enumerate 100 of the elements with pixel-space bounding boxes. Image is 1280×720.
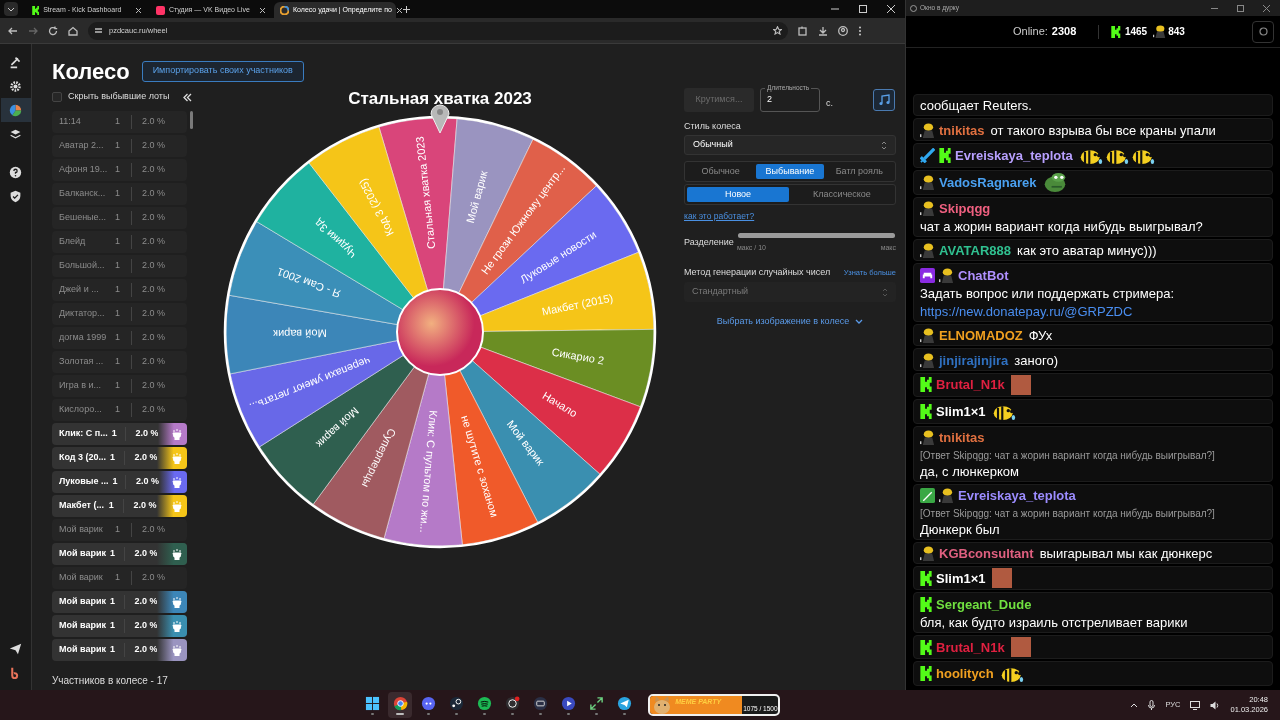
participant-row[interactable]: Мой варик 1 2.0 % bbox=[52, 639, 187, 661]
participant-row[interactable]: Блейд 1 2.0 % bbox=[52, 231, 187, 253]
participant-row[interactable]: 11:14 1 2.0 % bbox=[52, 111, 187, 133]
participant-row[interactable]: Код 3 (20... 1 2.0 % bbox=[52, 447, 187, 469]
participant-count: 1 bbox=[110, 643, 116, 657]
settings-button[interactable] bbox=[1252, 20, 1274, 43]
slice-label: Мой варик bbox=[463, 169, 490, 225]
collapse-icon[interactable] bbox=[183, 92, 192, 102]
menu-icon[interactable] bbox=[858, 25, 862, 36]
caret-icon[interactable] bbox=[4, 2, 18, 16]
participant-row[interactable]: Игра в и... 1 2.0 % bbox=[52, 375, 187, 397]
mode-tab[interactable]: Выбывание bbox=[756, 164, 824, 179]
participant-percent: 2.0 % bbox=[142, 571, 165, 585]
chevron-up-icon[interactable] bbox=[1130, 702, 1139, 708]
music-button[interactable] bbox=[873, 89, 895, 111]
username[interactable]: KGBconsultant bbox=[939, 546, 1034, 562]
style-select[interactable]: Обычный bbox=[684, 135, 896, 155]
username[interactable]: Slim1×1 bbox=[936, 570, 986, 586]
participant-row[interactable]: Клик: С п... 1 2.0 % bbox=[52, 423, 187, 445]
username[interactable]: Slim1×1 bbox=[936, 403, 986, 419]
username[interactable]: hoolitych bbox=[936, 666, 994, 681]
scrollbar[interactable] bbox=[190, 111, 193, 129]
donation-link[interactable]: https://new.donatepay.ru/@GRPZDC bbox=[920, 304, 1133, 320]
username[interactable]: jinjirajinjira bbox=[939, 352, 1009, 368]
mode-tab[interactable]: Обычное bbox=[687, 164, 755, 179]
mode-tab[interactable]: Новое bbox=[687, 187, 789, 202]
participant-row[interactable]: Макбет (... 1 2.0 % bbox=[52, 495, 187, 517]
participant-row[interactable]: Кислоро... 1 2.0 % bbox=[52, 399, 187, 421]
username[interactable]: ELNOMADOZ bbox=[939, 328, 1023, 344]
sidebar-item[interactable] bbox=[0, 98, 31, 122]
help-link[interactable]: как это работает? bbox=[684, 210, 896, 222]
download-icon[interactable] bbox=[818, 25, 828, 36]
participant-row[interactable]: Джей и ... 1 2.0 % bbox=[52, 279, 187, 301]
extension-icon[interactable] bbox=[798, 25, 808, 36]
maximize-icon[interactable] bbox=[859, 5, 867, 13]
username[interactable]: VadosRagnarek bbox=[939, 174, 1037, 190]
lamp-icon bbox=[172, 452, 182, 464]
site-settings-icon[interactable] bbox=[94, 26, 103, 35]
mode-tab[interactable]: Батл рояль bbox=[825, 164, 893, 179]
participant-count: 1 bbox=[115, 259, 121, 273]
username[interactable]: tnikitas bbox=[939, 122, 985, 138]
monitor-icon[interactable] bbox=[1190, 700, 1201, 710]
participant-count: 1 bbox=[115, 307, 121, 321]
participant-count: 1 bbox=[110, 451, 117, 465]
star-icon[interactable] bbox=[773, 26, 782, 35]
figure-icon bbox=[920, 352, 935, 368]
close-icon[interactable] bbox=[395, 6, 403, 14]
unit-label: с. bbox=[826, 97, 833, 111]
music-note-icon bbox=[878, 94, 890, 106]
participant-row[interactable]: Золотая ... 1 2.0 % bbox=[52, 351, 187, 373]
participant-row[interactable]: Мой варик 1 2.0 % bbox=[52, 591, 187, 613]
participant-row[interactable]: Диктатор... 1 2.0 % bbox=[52, 303, 187, 325]
speaker-icon[interactable] bbox=[1210, 700, 1221, 710]
checkbox[interactable] bbox=[52, 92, 62, 102]
username[interactable]: Sergeant_Dude bbox=[936, 596, 1032, 612]
plus-icon[interactable] bbox=[402, 5, 411, 14]
participant-row[interactable]: Мой варик 1 2.0 % bbox=[52, 543, 187, 565]
username[interactable]: Evreiskaya_teplota bbox=[958, 488, 1076, 504]
participant-row[interactable]: Афоня 19... 1 2.0 % bbox=[52, 159, 187, 181]
participant-row[interactable]: Мой варик 1 2.0 % bbox=[52, 519, 187, 541]
taskbar-app[interactable] bbox=[388, 692, 413, 718]
gear-circle-icon bbox=[448, 695, 464, 711]
microphone-icon[interactable] bbox=[1148, 700, 1156, 710]
rng-label: Метод генерации случайных чисел bbox=[684, 265, 831, 279]
participant-row[interactable]: Большой... 1 2.0 % bbox=[52, 255, 187, 277]
username[interactable]: ChatBot bbox=[958, 267, 1009, 283]
import-button[interactable]: Импортировать своих участников bbox=[141, 60, 304, 82]
reload-icon[interactable] bbox=[48, 25, 58, 36]
field-value: 2 bbox=[767, 93, 772, 107]
home-icon[interactable] bbox=[68, 25, 78, 36]
start-icon bbox=[364, 695, 380, 711]
participant-row[interactable]: Балканск... 1 2.0 % bbox=[52, 183, 187, 205]
forward-icon[interactable] bbox=[28, 25, 38, 36]
participant-row[interactable]: Мой варик 1 2.0 % bbox=[52, 567, 187, 589]
close-icon[interactable] bbox=[887, 5, 895, 13]
participant-name: Кислоро... bbox=[59, 403, 103, 417]
lamp-icon bbox=[172, 500, 182, 512]
settings-icon bbox=[1258, 27, 1268, 36]
chevron-down-icon[interactable] bbox=[855, 318, 864, 325]
username[interactable]: AVATAR888 bbox=[939, 243, 1011, 259]
username[interactable]: Brutal_N1k bbox=[936, 377, 1005, 393]
mode-tab[interactable]: Классическое bbox=[791, 187, 893, 202]
minimize-icon[interactable] bbox=[831, 5, 839, 13]
back-icon[interactable] bbox=[8, 25, 18, 36]
image-picker-link[interactable]: Выбрать изображение в колесе bbox=[716, 315, 850, 329]
username[interactable]: Brutal_N1k bbox=[936, 639, 1005, 655]
participant-row[interactable]: догма 1999 1 2.0 % bbox=[52, 327, 187, 349]
dog-icon bbox=[652, 696, 673, 714]
frog-icon bbox=[1042, 171, 1067, 193]
close-icon[interactable] bbox=[259, 6, 266, 14]
participant-row[interactable]: Аватар 2... 1 2.0 % bbox=[52, 135, 187, 157]
wheel-title: Стальная хватка 2023 bbox=[348, 89, 532, 109]
username[interactable]: Evreiskaya_teplota bbox=[955, 147, 1073, 163]
profile-icon[interactable] bbox=[838, 25, 848, 36]
participant-row[interactable]: Луковые ... 1 2.0 % bbox=[52, 471, 187, 493]
username[interactable]: Skipqgg bbox=[939, 200, 991, 216]
close-icon[interactable] bbox=[135, 6, 142, 14]
username[interactable]: tnikitas bbox=[939, 429, 985, 445]
participant-row[interactable]: Мой варик 1 2.0 % bbox=[52, 615, 187, 637]
participant-row[interactable]: Бешеные... 1 2.0 % bbox=[52, 207, 187, 229]
